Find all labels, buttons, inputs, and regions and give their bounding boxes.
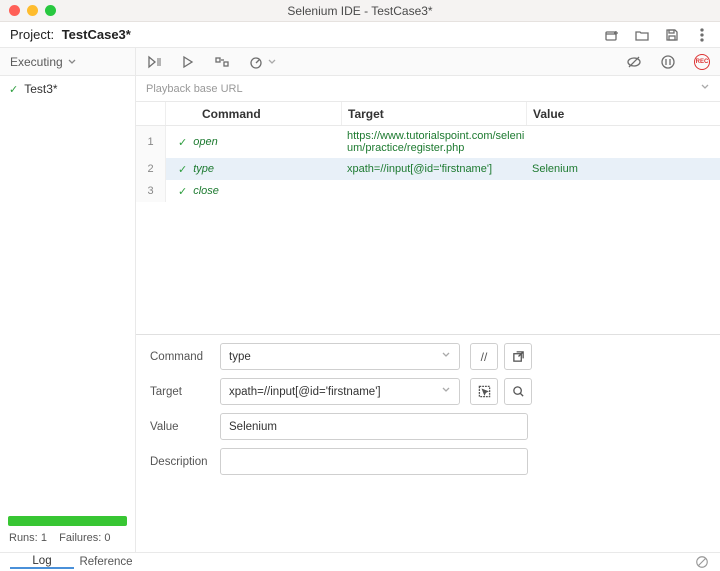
test-list: ✓ Test3* bbox=[0, 76, 135, 102]
editor-description-field[interactable] bbox=[229, 456, 519, 468]
editor-target-label: Target bbox=[150, 386, 220, 398]
tab-reference[interactable]: Reference bbox=[74, 556, 138, 568]
project-label: Project: bbox=[10, 27, 54, 42]
speed-dropdown-icon[interactable] bbox=[268, 55, 276, 69]
new-project-icon[interactable] bbox=[604, 27, 620, 43]
project-title: TestCase3* bbox=[62, 27, 131, 42]
runs-label: Runs: bbox=[9, 532, 38, 544]
runs-count: 1 bbox=[41, 532, 47, 544]
test-item[interactable]: ✓ Test3* bbox=[0, 76, 135, 102]
chevron-down-icon bbox=[441, 350, 451, 363]
row-command: ✓open bbox=[166, 136, 341, 149]
editor-value-label: Value bbox=[150, 421, 220, 433]
project-bar: Project: TestCase3* bbox=[0, 22, 720, 48]
playback-url-placeholder: Playback base URL bbox=[146, 83, 243, 95]
speed-icon[interactable] bbox=[248, 54, 264, 70]
playback-url-row[interactable]: Playback base URL bbox=[136, 76, 720, 102]
row-number: 1 bbox=[136, 126, 166, 158]
editor-description-input[interactable] bbox=[220, 448, 528, 475]
editor-target-input[interactable] bbox=[220, 378, 460, 405]
row-target: https://www.tutorialspoint.com/selenium/… bbox=[341, 130, 526, 154]
editor-command-label: Command bbox=[150, 351, 220, 363]
editor-description-label: Description bbox=[150, 456, 220, 468]
test-name: Test3* bbox=[24, 82, 57, 96]
close-window-icon[interactable] bbox=[9, 5, 20, 16]
test-view-dropdown[interactable]: Executing bbox=[0, 48, 135, 76]
pass-check-icon: ✓ bbox=[178, 136, 187, 149]
editor-value-input[interactable] bbox=[220, 413, 528, 440]
sidebar: Executing ✓ Test3* Runs: 1 Failures: 0 bbox=[0, 48, 136, 552]
editor-target-field[interactable] bbox=[229, 386, 441, 398]
toggle-enable-command-button[interactable]: // bbox=[470, 343, 498, 370]
open-project-icon[interactable] bbox=[634, 27, 650, 43]
failures-count: 0 bbox=[104, 532, 110, 544]
step-over-icon[interactable] bbox=[214, 54, 230, 70]
pass-check-icon: ✓ bbox=[9, 83, 18, 96]
steps-table-header: Command Target Value bbox=[136, 102, 720, 126]
tab-log[interactable]: Log bbox=[10, 555, 74, 569]
table-row[interactable]: 1✓openhttps://www.tutorialspoint.com/sel… bbox=[136, 126, 720, 158]
main-panel: REC Playback base URL Command Target Val… bbox=[136, 48, 720, 552]
failures-label: Failures: bbox=[59, 532, 101, 544]
pause-on-exceptions-icon[interactable] bbox=[660, 54, 676, 70]
pass-check-icon: ✓ bbox=[178, 163, 187, 176]
minimize-window-icon[interactable] bbox=[27, 5, 38, 16]
pass-check-icon: ✓ bbox=[178, 185, 187, 198]
disable-breakpoints-icon[interactable] bbox=[626, 54, 642, 70]
editor-value-field[interactable] bbox=[229, 421, 519, 433]
more-menu-icon[interactable] bbox=[694, 27, 710, 43]
run-progress-bar bbox=[8, 516, 127, 526]
find-target-button[interactable] bbox=[504, 378, 532, 405]
maximize-window-icon[interactable] bbox=[45, 5, 56, 16]
chevron-down-icon bbox=[67, 57, 77, 67]
table-row[interactable]: 3✓close bbox=[136, 180, 720, 202]
chevron-down-icon bbox=[441, 385, 451, 398]
col-target: Target bbox=[341, 102, 526, 125]
run-current-icon[interactable] bbox=[180, 54, 196, 70]
row-number: 3 bbox=[136, 180, 166, 202]
step-editor: Command type // Target bbox=[136, 334, 720, 487]
toolbar: REC bbox=[136, 48, 720, 76]
url-dropdown-icon[interactable] bbox=[700, 82, 710, 95]
row-value: Selenium bbox=[526, 163, 720, 175]
editor-command-select[interactable]: type bbox=[220, 343, 460, 370]
window-controls bbox=[0, 5, 56, 16]
col-command: Command bbox=[166, 102, 341, 125]
row-command: ✓close bbox=[166, 185, 341, 198]
run-stats: Runs: 1 Failures: 0 bbox=[0, 532, 135, 552]
record-button[interactable]: REC bbox=[694, 54, 710, 70]
select-target-button[interactable] bbox=[470, 378, 498, 405]
footer: Log Reference bbox=[0, 552, 720, 571]
table-row[interactable]: 2✓typexpath=//input[@id='firstname']Sele… bbox=[136, 158, 720, 180]
titlebar: Selenium IDE - TestCase3* bbox=[0, 0, 720, 22]
clear-log-icon[interactable] bbox=[694, 554, 710, 570]
row-target: xpath=//input[@id='firstname'] bbox=[341, 163, 526, 175]
project-name: Project: TestCase3* bbox=[10, 27, 131, 42]
open-new-window-button[interactable] bbox=[504, 343, 532, 370]
window-title: Selenium IDE - TestCase3* bbox=[0, 4, 720, 18]
editor-command-value: type bbox=[229, 351, 251, 363]
row-number: 2 bbox=[136, 158, 166, 180]
run-all-icon[interactable] bbox=[146, 54, 162, 70]
save-project-icon[interactable] bbox=[664, 27, 680, 43]
col-value: Value bbox=[526, 102, 720, 125]
test-view-label: Executing bbox=[10, 55, 63, 69]
steps-table-body: 1✓openhttps://www.tutorialspoint.com/sel… bbox=[136, 126, 720, 334]
row-command: ✓type bbox=[166, 163, 341, 176]
